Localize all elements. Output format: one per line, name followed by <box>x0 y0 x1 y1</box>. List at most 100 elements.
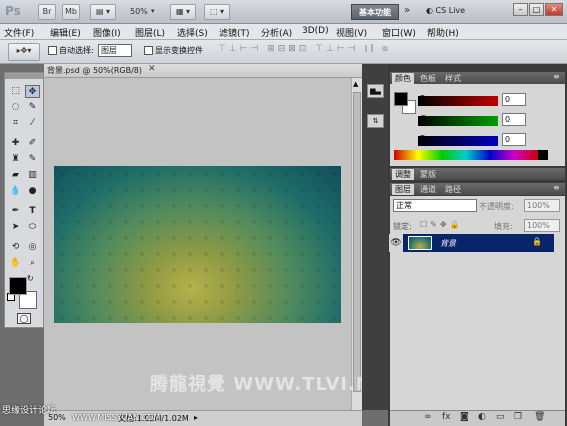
3d-orbit-tool-icon[interactable]: ◎ <box>25 241 40 254</box>
opacity-input[interactable]: 100% <box>524 199 560 212</box>
layer-row[interactable]: 👁 背景 🔒 <box>389 234 554 252</box>
tab-color[interactable]: 颜色 <box>392 73 414 84</box>
toolbox-grip[interactable] <box>5 73 43 79</box>
hand-tool-icon[interactable]: ✋ <box>8 257 23 270</box>
menu-select[interactable]: 选择(S) <box>177 26 208 39</box>
menu-analysis[interactable]: 分析(A) <box>261 26 292 39</box>
zoom-tool-icon[interactable]: ⌕ <box>25 257 40 270</box>
type-tool-icon[interactable]: T <box>25 205 40 218</box>
tab-masks[interactable]: 蒙版 <box>417 169 439 180</box>
history-panel-icon[interactable]: ⇅ <box>367 114 384 128</box>
cs-live-button[interactable]: ◐ CS Live <box>426 6 465 15</box>
color-panel-header: 颜色 色板 样式 ≡ <box>390 72 565 84</box>
spectrum-black-swatch[interactable] <box>538 150 548 160</box>
brush-tool-icon[interactable]: ✐ <box>25 137 40 150</box>
link-layers-icon[interactable]: ∞ <box>424 412 432 422</box>
mini-bridge-button[interactable]: Mb <box>62 4 80 20</box>
view-extras-button[interactable]: ▤ ▾ <box>90 4 116 20</box>
quick-select-tool-icon[interactable]: ✎ <box>25 101 40 114</box>
clone-stamp-tool-icon[interactable]: ♜ <box>8 153 23 166</box>
minimize-button[interactable]: – <box>513 3 528 16</box>
lasso-tool-icon[interactable]: ◌ <box>8 101 23 114</box>
panel-menu-icon[interactable]: ≡ <box>553 72 560 81</box>
path-selection-tool-icon[interactable]: ➤ <box>8 221 23 234</box>
status-menu-arrow-icon[interactable]: ▸ <box>194 413 198 422</box>
tab-swatches[interactable]: 色板 <box>417 73 439 84</box>
menu-help[interactable]: 帮助(H) <box>427 26 459 39</box>
auto-select-checkbox[interactable] <box>48 46 57 55</box>
histogram-panel-icon[interactable]: ▆▃ <box>367 84 384 98</box>
tab-channels[interactable]: 通道 <box>417 184 439 195</box>
foreground-color-swatch[interactable] <box>9 277 27 295</box>
blue-value-input[interactable]: 0 <box>502 133 526 146</box>
tab-paths[interactable]: 路径 <box>442 184 464 195</box>
marquee-tool-icon[interactable]: ⬚ <box>8 85 23 98</box>
new-layer-icon[interactable]: ❐ <box>514 412 522 422</box>
blur-tool-icon[interactable]: 💧 <box>8 185 23 198</box>
layer-thumbnail <box>408 236 432 250</box>
move-tool-icon[interactable]: ✥ <box>25 85 40 98</box>
menu-view[interactable]: 视图(V) <box>336 26 367 39</box>
screen-mode-button[interactable]: ⬚ ▾ <box>204 4 230 20</box>
zoom-level[interactable]: 50% <box>130 7 148 16</box>
scroll-up-icon[interactable]: ▲ <box>353 80 358 88</box>
menu-3d[interactable]: 3D(D) <box>302 26 329 36</box>
menu-window[interactable]: 窗口(W) <box>382 26 416 39</box>
auto-select-label: 自动选择: <box>59 46 94 55</box>
blue-slider[interactable] <box>418 136 498 146</box>
3d-rotate-tool-icon[interactable]: ⟲ <box>8 241 23 254</box>
layers-panel-menu-icon[interactable]: ≡ <box>553 183 560 192</box>
gradient-tool-icon[interactable]: ▥ <box>25 169 40 182</box>
pen-tool-icon[interactable]: ✒ <box>8 205 23 218</box>
layer-visibility-eye-icon[interactable]: 👁 <box>389 234 403 252</box>
history-brush-tool-icon[interactable]: ✎ <box>25 153 40 166</box>
workspace-button[interactable]: 基本功能 <box>351 4 399 20</box>
adjustment-layer-icon[interactable]: ◐ <box>478 412 486 422</box>
bridge-button[interactable]: Br <box>38 4 56 20</box>
menu-layer[interactable]: 图层(L) <box>135 26 165 39</box>
healing-brush-tool-icon[interactable]: ✚ <box>8 137 23 150</box>
align-buttons-group[interactable]: ⊤⊥⊢⊣ ⊞⊟⊠⊡ ⊤⊥⊢⊣ ⫾⫿ ⧈ <box>218 44 391 54</box>
close-button[interactable]: ✕ <box>545 3 563 16</box>
dodge-tool-icon[interactable]: ● <box>25 185 40 198</box>
close-document-icon[interactable]: ✕ <box>148 64 156 74</box>
menu-file[interactable]: 文件(F) <box>4 26 34 39</box>
opacity-label: 不透明度: <box>479 202 514 211</box>
vertical-scrollbar[interactable]: ▲ <box>351 78 362 410</box>
fill-input[interactable]: 100% <box>524 219 560 232</box>
green-value-input[interactable]: 0 <box>502 113 526 126</box>
zoom-chevron-icon[interactable]: ▾ <box>151 7 155 15</box>
workspace-more-button[interactable]: » <box>404 5 410 16</box>
shape-tool-icon[interactable]: ⬭ <box>25 221 40 234</box>
red-slider[interactable] <box>418 96 498 106</box>
title-bar: Ps Br Mb ▤ ▾ 50% ▾ ▦ ▾ ⬚ ▾ 基本功能 » ◐ CS L… <box>0 0 567 24</box>
show-transform-checkbox[interactable] <box>144 46 153 55</box>
scrollbar-thumb[interactable] <box>353 92 361 392</box>
restore-button[interactable]: □ <box>529 3 544 16</box>
quick-mask-icon[interactable]: ◯ <box>17 313 31 324</box>
add-mask-icon[interactable]: ◙ <box>460 412 469 422</box>
tab-layers[interactable]: 图层 <box>392 184 414 195</box>
green-slider[interactable] <box>418 116 498 126</box>
crop-tool-icon[interactable]: ⌗ <box>8 117 23 130</box>
tab-styles[interactable]: 样式 <box>442 73 464 84</box>
eraser-tool-icon[interactable]: ▰ <box>8 169 23 182</box>
swap-colors-icon[interactable]: ↻ <box>27 274 34 283</box>
new-group-icon[interactable]: ▭ <box>496 412 505 422</box>
lock-buttons-group[interactable]: ☐✎✥🔒 <box>420 220 463 229</box>
color-spectrum-bar[interactable] <box>394 150 538 160</box>
menu-image[interactable]: 图像(I) <box>93 26 121 39</box>
arrange-documents-button[interactable]: ▦ ▾ <box>170 4 196 20</box>
document-tab[interactable]: 背景.psd @ 50%(RGB/8) ✕ <box>44 64 362 78</box>
blend-mode-dropdown[interactable]: 正常 <box>393 199 477 212</box>
eyedropper-tool-icon[interactable]: ⁄ <box>25 117 40 130</box>
red-value-input[interactable]: 0 <box>502 93 526 106</box>
layer-style-icon[interactable]: fx <box>442 412 451 422</box>
auto-select-dropdown[interactable]: 图层 <box>98 44 132 57</box>
menu-filter[interactable]: 滤镜(T) <box>219 26 250 39</box>
color-panel-fg-swatch[interactable] <box>394 92 408 106</box>
delete-layer-icon[interactable]: 🗑 <box>534 412 545 422</box>
tab-adjustments[interactable]: 调整 <box>392 169 414 180</box>
tool-preset-picker[interactable]: ▸✥▾ <box>8 43 40 61</box>
menu-edit[interactable]: 编辑(E) <box>50 26 81 39</box>
